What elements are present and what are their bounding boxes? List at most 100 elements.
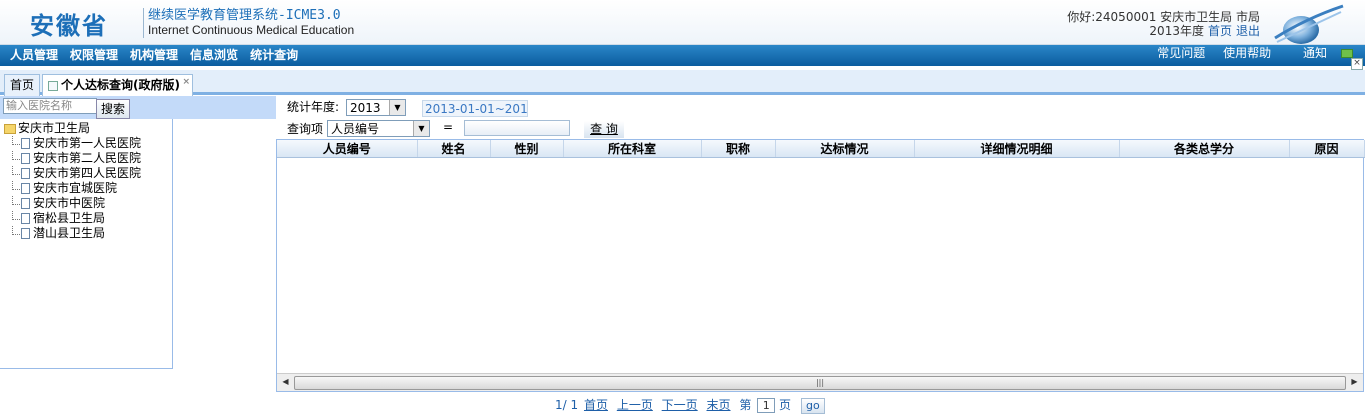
- col-header-total-credits[interactable]: 各类总学分: [1119, 140, 1290, 158]
- col-header-gender[interactable]: 性别: [490, 140, 564, 158]
- tree-branch-line: [12, 166, 20, 175]
- header-home-link[interactable]: 首页: [1208, 24, 1232, 38]
- results-table: 人员编号 姓名 性别 所在科室 职称 达标情况 详细情况明细 各类总学分 原因: [277, 140, 1365, 158]
- tree-node-label: 安庆市宜城医院: [33, 181, 118, 195]
- last-page-link[interactable]: 末页: [707, 398, 731, 412]
- tree-node[interactable]: 安庆市第一人民医院: [4, 136, 141, 151]
- user-info: 你好:24050001 安庆市卫生局 市局 2013年度 首页 退出: [1067, 10, 1260, 38]
- date-range-display: 2013-01-01~2013-: [422, 100, 528, 117]
- tab-close-icon[interactable]: ×: [182, 72, 190, 92]
- tree-node-label: 宿松县卫生局: [33, 211, 106, 225]
- tree-node[interactable]: 安庆市第四人民医院: [4, 166, 141, 181]
- tab-personal-standard-query[interactable]: 个人达标查询(政府版) ×: [42, 74, 193, 96]
- nav-institutions[interactable]: 机构管理: [124, 45, 184, 66]
- tab-page-icon: [48, 80, 58, 91]
- col-header-standard-status[interactable]: 达标情况: [775, 140, 915, 158]
- query-value-input[interactable]: [464, 120, 570, 136]
- tree-root-label: 安庆市卫生局: [18, 121, 91, 135]
- page-suffix: 页: [779, 398, 792, 412]
- nav-personnel[interactable]: 人员管理: [0, 45, 64, 66]
- user-greeting: 你好:24050001 安庆市卫生局 市局: [1067, 10, 1260, 24]
- nav-permissions[interactable]: 权限管理: [64, 45, 124, 66]
- page-info: 1/ 1: [555, 398, 579, 412]
- tab-home[interactable]: 首页: [4, 74, 41, 96]
- query-button[interactable]: 查 询: [583, 120, 625, 139]
- page-number-input[interactable]: 1: [757, 398, 776, 413]
- page-icon: [21, 138, 30, 149]
- chevron-down-icon: ▼: [389, 100, 405, 115]
- query-field-value: 人员编号: [331, 122, 380, 136]
- org-search-row: 输入医院名称 搜索: [0, 96, 276, 119]
- equals-sign: =: [443, 120, 454, 134]
- province-logo: 安徽省: [30, 11, 108, 40]
- horizontal-scrollbar[interactable]: ◀ ||| ▶: [277, 373, 1363, 391]
- chevron-down-icon: ▼: [413, 121, 429, 136]
- nav-right-links: 常见问题 使用帮助 通知: [1143, 45, 1353, 61]
- system-title-cn: 继续医学教育管理系统-ICME3.0: [148, 8, 341, 23]
- col-header-details[interactable]: 详细情况明细: [914, 140, 1120, 158]
- page-icon: [21, 198, 30, 209]
- tree-node-label: 安庆市第二人民医院: [33, 151, 142, 165]
- tab-active-label: 个人达标查询(政府版): [61, 78, 180, 92]
- tree-node-label: 安庆市第一人民医院: [33, 136, 142, 150]
- tab-bar: 首页 个人达标查询(政府版) ×: [0, 70, 1365, 96]
- pagination: 1/ 1 首页 上一页 下一页 末页 第 1 页 go: [555, 397, 825, 414]
- tree-node[interactable]: 潜山县卫生局: [4, 226, 141, 241]
- scroll-right-icon[interactable]: ▶: [1347, 375, 1362, 389]
- tree-branch-line: [12, 151, 20, 160]
- hospital-search-input[interactable]: 输入医院名称: [3, 98, 97, 114]
- logout-link[interactable]: 退出: [1236, 24, 1260, 38]
- search-button[interactable]: 搜索: [96, 99, 130, 119]
- page-icon: [21, 183, 30, 194]
- nav-stats-query[interactable]: 统计查询: [244, 45, 304, 66]
- first-page-link[interactable]: 首页: [584, 398, 608, 412]
- org-tree-panel: 输入医院名称 搜索 安庆市卫生局 安庆市第一人民医院 安庆市第二人民医院 安庆市…: [0, 96, 276, 369]
- tree-node-label: 安庆市中医院: [33, 196, 106, 210]
- query-item-label: 查询项: [287, 122, 324, 136]
- help-link[interactable]: 使用帮助: [1223, 46, 1271, 60]
- app-header: 安徽省 继续医学教育管理系统-ICME3.0 Internet Continuo…: [0, 0, 1365, 45]
- prev-page-link[interactable]: 上一页: [617, 398, 653, 412]
- tree-branch-line: [12, 211, 20, 220]
- col-header-title[interactable]: 职称: [701, 140, 776, 158]
- page-icon: [21, 213, 30, 224]
- col-header-department[interactable]: 所在科室: [563, 140, 702, 158]
- scroll-left-icon[interactable]: ◀: [278, 375, 293, 389]
- page-prefix: 第: [739, 398, 752, 412]
- close-icon[interactable]: ×: [1351, 58, 1363, 70]
- query-field-select[interactable]: 人员编号 ▼: [327, 120, 430, 137]
- tree-node[interactable]: 安庆市中医院: [4, 196, 141, 211]
- year-select-value: 2013: [350, 101, 381, 115]
- go-button[interactable]: go: [800, 397, 825, 414]
- faq-link[interactable]: 常见问题: [1157, 46, 1205, 60]
- year-text: 2013年度: [1149, 24, 1204, 38]
- page-icon: [21, 168, 30, 179]
- globe-icon: [1274, 4, 1344, 44]
- scrollbar-thumb[interactable]: |||: [294, 376, 1346, 390]
- tree-root[interactable]: 安庆市卫生局: [4, 121, 141, 136]
- tree-branch-line: [12, 136, 20, 145]
- notice-link[interactable]: 通知: [1289, 46, 1353, 60]
- col-header-name[interactable]: 姓名: [417, 140, 491, 158]
- page-icon: [21, 228, 30, 239]
- system-title-en: Internet Continuous Medical Education: [148, 23, 355, 37]
- col-header-reason[interactable]: 原因: [1289, 140, 1365, 158]
- org-tree: 安庆市卫生局 安庆市第一人民医院 安庆市第二人民医院 安庆市第四人民医院 安庆市…: [4, 121, 141, 241]
- results-grid: 人员编号 姓名 性别 所在科室 职称 达标情况 详细情况明细 各类总学分 原因 …: [276, 139, 1365, 392]
- notice-label: 通知: [1302, 46, 1327, 60]
- tree-branch-line: [12, 196, 20, 205]
- tree-branch-line: [12, 181, 20, 190]
- mail-icon: [1341, 49, 1353, 58]
- tree-node-label: 潜山县卫生局: [33, 226, 106, 240]
- year-select[interactable]: 2013 ▼: [346, 99, 406, 116]
- col-header-person-id[interactable]: 人员编号: [277, 140, 418, 158]
- system-title: 继续医学教育管理系统-ICME3.0 Internet Continuous M…: [143, 8, 354, 38]
- nav-info-browse[interactable]: 信息浏览: [184, 45, 244, 66]
- tree-branch-line: [12, 226, 20, 235]
- next-page-link[interactable]: 下一页: [662, 398, 698, 412]
- tree-node[interactable]: 安庆市宜城医院: [4, 181, 141, 196]
- tree-node[interactable]: 安庆市第二人民医院: [4, 151, 141, 166]
- tree-node-label: 安庆市第四人民医院: [33, 166, 142, 180]
- tree-node[interactable]: 宿松县卫生局: [4, 211, 141, 226]
- year-label: 统计年度:: [287, 100, 340, 114]
